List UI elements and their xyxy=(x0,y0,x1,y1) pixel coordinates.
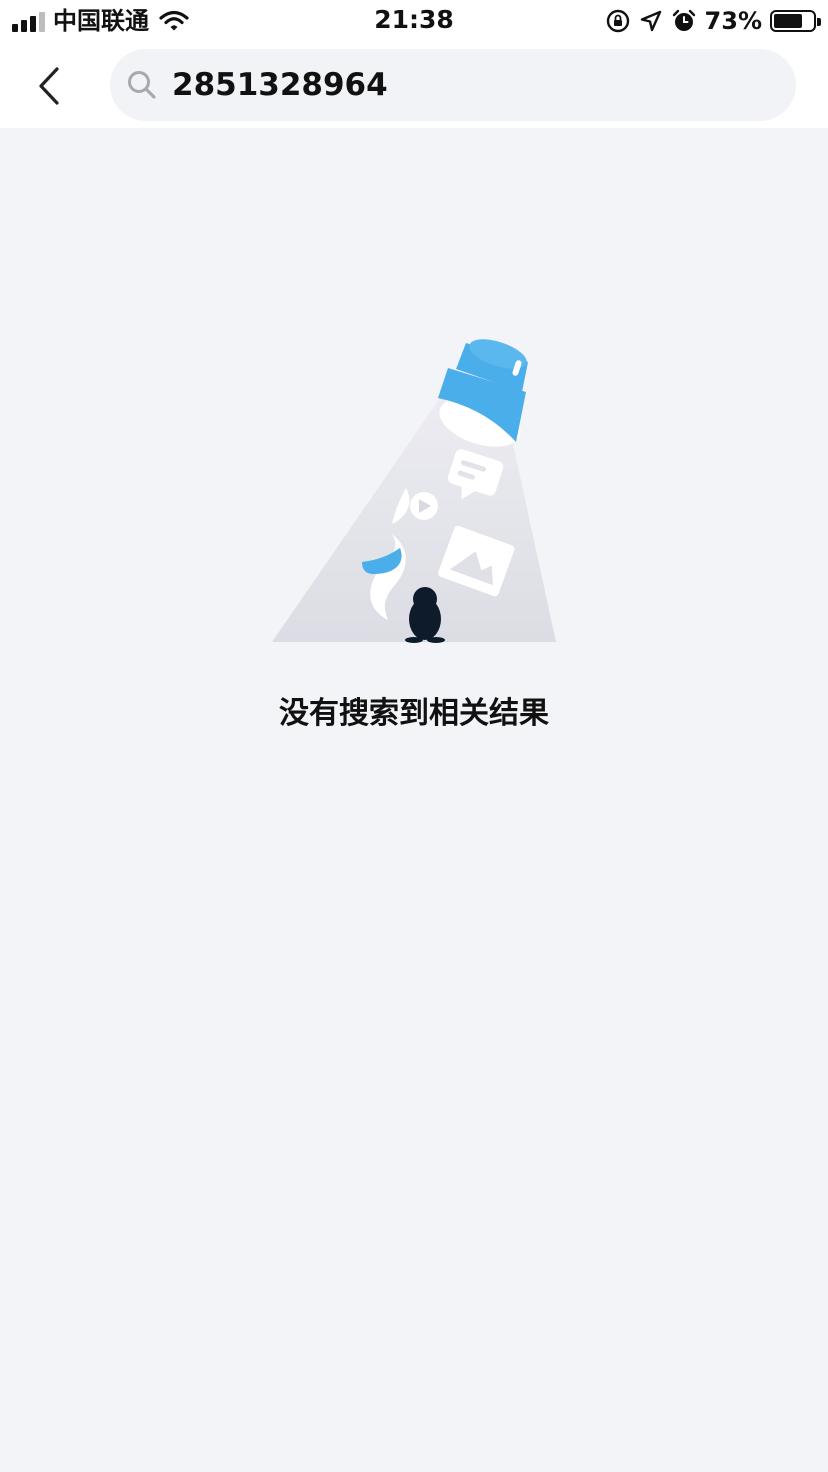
search-box[interactable] xyxy=(110,49,796,121)
search-input[interactable] xyxy=(172,49,772,121)
status-bar: 中国联通 21:38 73% xyxy=(0,0,828,42)
alarm-icon xyxy=(672,9,695,31)
chevron-left-icon xyxy=(39,67,59,105)
back-button[interactable] xyxy=(24,60,76,112)
orientation-lock-icon xyxy=(606,9,629,33)
play-button-icon xyxy=(410,492,438,520)
flashlight-empty-search-illustration xyxy=(272,339,556,643)
status-bar-right: 73% xyxy=(605,6,821,36)
location-icon xyxy=(640,10,661,32)
empty-result-message: 没有搜索到相关结果 xyxy=(279,696,549,731)
search-icon xyxy=(128,71,156,99)
battery-tip xyxy=(817,18,821,26)
battery-percent: 73% xyxy=(704,7,762,35)
search-results-area: 没有搜索到相关结果 xyxy=(0,128,828,1472)
battery-fill xyxy=(774,14,802,28)
battery-icon xyxy=(770,10,821,32)
search-nav-bar xyxy=(0,42,828,128)
